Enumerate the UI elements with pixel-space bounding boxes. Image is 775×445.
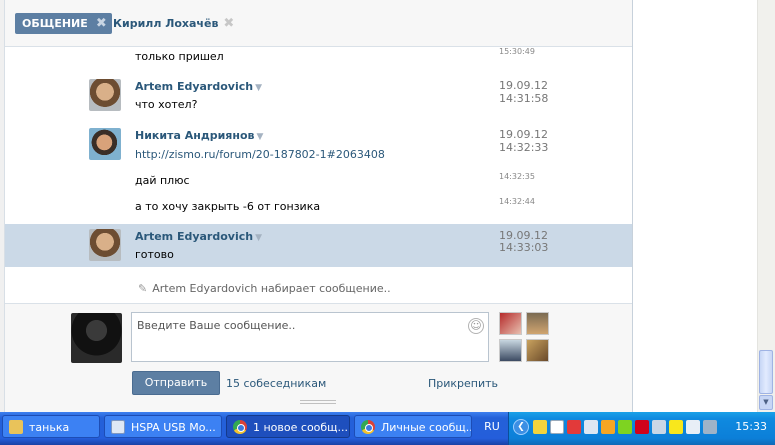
taskbar-item[interactable]: HSPA USB Mo...	[104, 415, 222, 438]
app-icon[interactable]	[635, 420, 649, 434]
speaker-icon[interactable]	[652, 420, 666, 434]
tab-user-label: Кирилл Лохачёв	[113, 17, 219, 30]
send-button[interactable]: Отправить	[132, 371, 220, 395]
tabs-bar: ОБЩЕНИЕ ✖ Кирилл Лохачёв ✖	[5, 0, 632, 47]
tray-expand-icon[interactable]: ❮	[513, 419, 529, 435]
language-indicator[interactable]: RU	[478, 415, 506, 438]
message-author[interactable]: Artem Edyardovich ▼	[135, 80, 262, 93]
antivirus-icon[interactable]	[567, 420, 581, 434]
tab-dialogs-label: ОБЩЕНИЕ	[22, 17, 88, 30]
dropdown-arrow-icon[interactable]: ▼	[256, 132, 263, 142]
message-text: готово	[135, 248, 174, 261]
message-text: только пришел	[135, 50, 224, 63]
dropdown-arrow-icon[interactable]: ▼	[255, 233, 262, 243]
message-time: 14:32:35	[499, 172, 535, 181]
chrome-icon	[233, 420, 247, 434]
chrome-icon	[361, 420, 375, 434]
flower-icon[interactable]	[618, 420, 632, 434]
message-date: 19.09.12	[499, 79, 548, 92]
scroll-down-arrow-icon[interactable]: ▼	[759, 395, 773, 410]
my-avatar[interactable]	[71, 313, 122, 363]
close-icon[interactable]: ✖	[223, 16, 234, 31]
avatar[interactable]	[89, 79, 121, 111]
message-time: 14:32:33	[499, 141, 549, 154]
message-time: 14:31:58	[499, 92, 549, 105]
scrollbar-thumb[interactable]	[759, 350, 773, 394]
tab-dialogs[interactable]: ОБЩЕНИЕ ✖	[15, 13, 112, 34]
participants-link[interactable]: 15 собеседникам	[226, 377, 326, 390]
message-time: 14:32:44	[499, 197, 535, 206]
participant-avatar[interactable]	[499, 312, 522, 335]
message-time: 14:33:03	[499, 241, 549, 254]
volume-icon[interactable]	[703, 420, 717, 434]
message-group: Artem Edyardovich ▼ что хотел? 19.09.12 1…	[5, 76, 632, 122]
shield-icon[interactable]	[533, 420, 547, 434]
tab-user[interactable]: Кирилл Лохачёв ✖	[113, 13, 234, 34]
taskbar: танька HSPA USB Mo... 1 новое сообщ... Л…	[0, 412, 775, 445]
modem-icon	[111, 420, 125, 434]
avatar[interactable]	[89, 229, 121, 261]
message-text: дай плюс	[135, 174, 190, 187]
message-input-placeholder: Введите Ваше сообщение..	[137, 319, 296, 332]
participant-avatar[interactable]	[526, 339, 549, 362]
network-icon[interactable]	[550, 420, 564, 434]
compose-area: Введите Ваше сообщение.. ☺ Отправить 15 …	[5, 303, 632, 412]
message-text: а то хочу закрыть -6 от гонзика	[135, 200, 321, 213]
taskbar-item[interactable]: Личные сообщ...	[354, 415, 472, 438]
usb-icon[interactable]	[669, 420, 683, 434]
message-list: только пришел 15:30:49 Artem Edyardovich…	[5, 48, 632, 274]
folder-icon	[9, 420, 23, 434]
message-text: что хотел?	[135, 98, 198, 111]
participant-avatar[interactable]	[499, 339, 522, 362]
attach-link[interactable]: Прикрепить	[428, 377, 498, 390]
resize-grip[interactable]	[300, 400, 336, 404]
message-author[interactable]: Никита Андриянов ▼	[135, 129, 263, 142]
taskbar-item[interactable]: танька	[2, 415, 100, 438]
avatar[interactable]	[89, 128, 121, 160]
smiley-icon[interactable]: ☺	[468, 318, 484, 334]
system-tray: ❮ 15:33	[508, 412, 775, 445]
typing-indicator: ✎ Artem Edyardovich набирает сообщение..	[138, 282, 391, 295]
clock[interactable]: 15:33	[735, 412, 767, 445]
taskbar-item[interactable]: 1 новое сообщ...	[226, 415, 350, 438]
message-link[interactable]: http://zismo.ru/forum/20-187802-1#206340…	[135, 148, 385, 161]
pencil-icon: ✎	[138, 282, 148, 295]
connection-icon[interactable]	[601, 420, 615, 434]
message-group: Artem Edyardovich ▼ готово 19.09.12 14:33…	[5, 224, 632, 267]
message-time: 15:30:49	[499, 48, 535, 56]
display-icon[interactable]	[686, 420, 700, 434]
monitor-icon[interactable]	[584, 420, 598, 434]
close-icon[interactable]: ✖	[96, 13, 107, 34]
participant-avatar[interactable]	[526, 312, 549, 335]
message-group: Никита Андриянов ▼ http://zismo.ru/forum/…	[5, 125, 632, 222]
message-input[interactable]: Введите Ваше сообщение.. ☺	[131, 312, 489, 362]
message-date: 19.09.12	[499, 128, 548, 141]
message-author[interactable]: Artem Edyardovich ▼	[135, 230, 262, 243]
chat-panel: ОБЩЕНИЕ ✖ Кирилл Лохачёв ✖ только пришел …	[5, 0, 633, 412]
dropdown-arrow-icon[interactable]: ▼	[255, 83, 262, 93]
